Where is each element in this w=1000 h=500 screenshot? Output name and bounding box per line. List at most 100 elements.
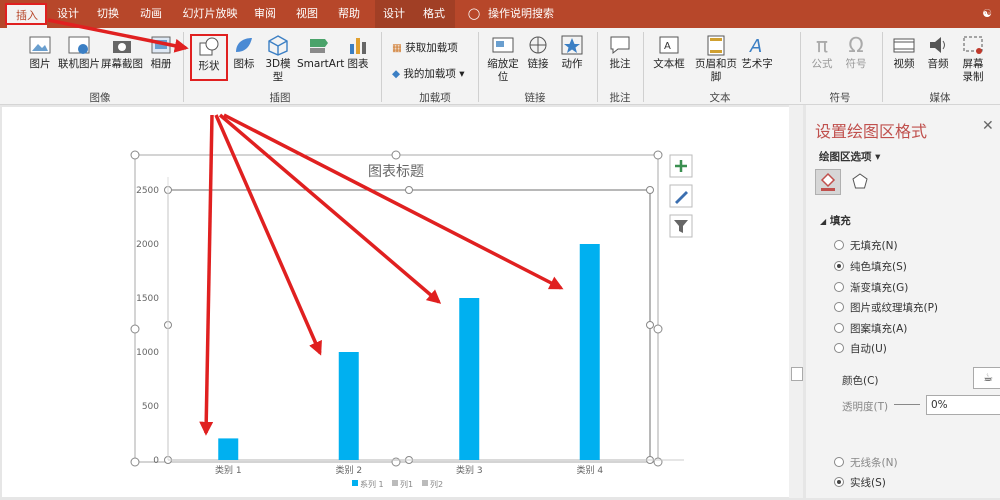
group-comments-label: 批注 (609, 92, 631, 104)
comment-icon (610, 36, 630, 55)
tab-transitions[interactable]: 切换 (90, 4, 126, 24)
ribbon-separator (381, 32, 382, 102)
paint-bucket-icon (820, 172, 836, 191)
chart-resize-handle[interactable] (391, 150, 401, 160)
textbox-label: 文本框 (653, 58, 685, 70)
wordart-button[interactable]: A 艺术字 (740, 34, 774, 71)
fill-option-pattern[interactable]: 图案填充(A) (834, 321, 907, 336)
group-symbols-label: 符号 (829, 92, 851, 104)
tab-format[interactable]: 格式 (418, 4, 450, 24)
tab-help[interactable]: 帮助 (333, 4, 365, 24)
shapes-button[interactable]: 形状 (190, 34, 228, 81)
group-text-label: 文本 (709, 92, 731, 104)
online-pictures-button[interactable]: 联机图片 (57, 34, 101, 71)
chart-resize-handle[interactable] (130, 324, 140, 334)
plot-area-handle[interactable] (646, 321, 654, 329)
chart[interactable]: 图表标题 0 500 1000 1500 2000 2500 类别 1 类别 2 类别 3 类别 4… (2, 107, 792, 497)
shapes-label: 形状 (198, 60, 220, 72)
video-button[interactable]: 视频 (890, 34, 918, 71)
audio-button[interactable]: 音频 (924, 34, 952, 71)
plot-area-options-dropdown[interactable]: 绘图区选项 ▾ (819, 149, 880, 164)
ribbon-separator (882, 32, 883, 102)
comment-label: 批注 (609, 58, 631, 70)
fill-section-label: 填充 (829, 215, 851, 227)
icons-button[interactable]: 图标 (232, 34, 256, 71)
tab-design[interactable]: 设计 (50, 4, 86, 24)
tell-me-search[interactable]: 操作说明搜索 (488, 4, 554, 24)
effects-tab[interactable] (850, 171, 870, 194)
photo-album-button[interactable]: 相册 (148, 34, 174, 71)
tab-review[interactable]: 审阅 (249, 4, 281, 24)
plot-area-options-label: 绘图区选项 (819, 151, 872, 163)
textbox-icon: A (659, 36, 679, 54)
fill-option-label: 图片或纹理填充(P) (850, 302, 939, 314)
chart-icon (350, 38, 366, 54)
smartart-button[interactable]: SmartArt (297, 34, 344, 71)
bar[interactable] (459, 298, 480, 460)
chart-resize-handle[interactable] (130, 457, 140, 467)
wordart-label: 艺术字 (741, 58, 773, 70)
color-picker-button[interactable]: ☕ (973, 367, 1000, 389)
tab-chart-design[interactable]: 设计 (378, 4, 410, 24)
tab-view[interactable]: 视图 (291, 4, 323, 24)
tab-slideshow[interactable]: 幻灯片放映 (178, 4, 242, 24)
chart-area-frame[interactable] (134, 154, 659, 463)
header-footer-icon (707, 35, 725, 56)
fill-option-none[interactable]: 无填充(N) (834, 238, 898, 253)
fill-option-solid[interactable]: 纯色填充(S) (834, 259, 907, 274)
plot-area[interactable] (167, 189, 651, 461)
screen-recording-icon (963, 36, 983, 54)
plot-area-handle[interactable] (646, 186, 654, 194)
screenshot-button[interactable]: 屏幕截图 (101, 34, 143, 71)
link-button[interactable]: 链接 (526, 34, 550, 71)
line-option-none[interactable]: 无线条(N) (834, 455, 898, 470)
chart-resize-handle[interactable] (653, 150, 663, 160)
symbol-button[interactable]: Ω 符号 (842, 34, 870, 71)
picture-icon (29, 36, 51, 54)
chart-resize-handle[interactable] (653, 457, 663, 467)
legend-swatch (422, 480, 428, 486)
line-option-solid[interactable]: 实线(S) (834, 475, 886, 490)
header-footer-button[interactable]: 页眉和页脚 (693, 34, 739, 84)
tab-animations[interactable]: 动画 (133, 4, 169, 24)
chart-resize-handle[interactable] (653, 324, 663, 334)
transparency-input[interactable]: 0% (926, 395, 1000, 415)
chart-title[interactable]: 图表标题 (368, 164, 424, 180)
my-addins-button[interactable]: ◆ 我的加载项 ▾ (392, 66, 465, 81)
close-icon[interactable]: ✕ (982, 118, 994, 134)
vertical-scrollbar[interactable] (789, 105, 803, 498)
comment-button[interactable]: 批注 (605, 34, 635, 71)
icons-label: 图标 (233, 58, 255, 70)
zoom-button[interactable]: 缩放定位 (486, 34, 520, 84)
scrollbar-thumb[interactable] (791, 367, 803, 381)
fill-option-automatic[interactable]: 自动(U) (834, 341, 887, 356)
radio-icon (834, 457, 844, 467)
fill-line-tab[interactable] (815, 169, 841, 195)
equation-label: 公式 (811, 58, 833, 70)
chart-resize-handle[interactable] (130, 150, 140, 160)
plot-area-handle[interactable] (405, 186, 413, 194)
action-button[interactable]: 动作 (558, 34, 586, 71)
textbox-button[interactable]: A 文本框 (651, 34, 687, 71)
3d-models-button[interactable]: 3D模型 (263, 34, 293, 84)
pane-title: 设置绘图区格式 (815, 122, 928, 141)
transparency-slider[interactable] (894, 404, 920, 405)
user-icon[interactable]: ☯ (978, 4, 996, 24)
pictures-button[interactable]: 图片 (27, 34, 53, 71)
shapes-icon (199, 37, 219, 56)
fill-option-picture[interactable]: 图片或纹理填充(P) (834, 300, 938, 315)
equation-button[interactable]: π 公式 (808, 34, 836, 71)
fill-section-header[interactable]: ◢ 填充 (820, 213, 851, 228)
radio-icon (834, 240, 844, 250)
chart-resize-handle[interactable] (391, 457, 401, 467)
screen-recording-button[interactable]: 屏幕录制 (958, 34, 988, 84)
get-addins-button[interactable]: ▦ 获取加载项 (392, 40, 458, 55)
bar[interactable] (338, 352, 359, 460)
transparency-label: 透明度(T) (842, 401, 889, 413)
slide-canvas[interactable]: 图表标题 0 500 1000 1500 2000 2500 类别 1 类别 2 类别 3 类别 4… (2, 107, 792, 497)
bar[interactable] (579, 244, 600, 460)
fill-option-gradient[interactable]: 渐变填充(G) (834, 280, 908, 295)
chart-button[interactable]: 图表 (345, 34, 371, 71)
link-icon (529, 36, 547, 54)
bar[interactable] (218, 438, 239, 460)
